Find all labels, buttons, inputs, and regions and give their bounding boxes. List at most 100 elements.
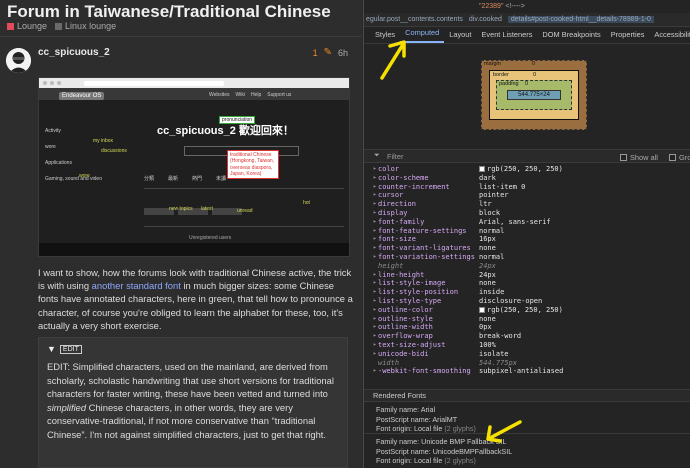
tab-dom-breakpoints[interactable]: DOM Breakpoints <box>537 30 605 43</box>
category-lounge[interactable]: Lounge <box>7 21 47 31</box>
details-summary[interactable]: ▼ EDIT <box>47 344 82 354</box>
property-value-text: 24px <box>479 261 496 270</box>
computed-property-row[interactable]: ▸ direction ltr <box>364 200 690 209</box>
computed-property-row[interactable]: ▸ text-size-adjust 100% <box>364 341 690 350</box>
tab-layout[interactable]: Layout <box>444 30 476 43</box>
expand-triangle-icon[interactable]: ▸ <box>373 315 377 324</box>
tab-event-listeners[interactable]: Event Listeners <box>476 30 537 43</box>
annotation-my-inbox: my inbox <box>93 138 114 144</box>
property-value-text: disclosure-open <box>479 296 543 305</box>
expand-triangle-icon[interactable]: ▸ <box>373 227 377 236</box>
computed-property-row[interactable]: ▸ font-variant-ligatures none <box>364 244 690 253</box>
annotation-hot: hot <box>303 200 310 206</box>
expand-triangle-icon[interactable]: ▸ <box>373 332 377 341</box>
details-text: Chinese characters, in other words, they… <box>47 401 327 440</box>
expand-triangle-icon[interactable]: ▸ <box>373 271 377 280</box>
font-origin: Font origin: Local file <box>376 456 443 465</box>
filter-input[interactable]: Filter <box>387 152 403 161</box>
computed-property-row[interactable]: ▸ list-style-image none <box>364 279 690 288</box>
breadcrumb: egular.post__contents.contents div.cooke… <box>364 13 690 27</box>
expand-triangle-icon[interactable]: ▸ <box>373 367 377 376</box>
embedded-taskbar <box>39 243 349 256</box>
computed-property-row[interactable]: ▸ font-feature-settings normal <box>364 227 690 236</box>
expand-triangle-icon[interactable]: ▸ <box>373 341 377 350</box>
expand-triangle-icon[interactable]: ▸ <box>373 218 377 227</box>
breadcrumb-item[interactable]: div.cooked <box>469 16 502 23</box>
expand-triangle-icon[interactable]: ▸ <box>373 183 377 192</box>
computed-property-row[interactable]: ▸ font-size 16px <box>364 235 690 244</box>
computed-property-row[interactable]: ▸ outline-style none <box>364 315 690 324</box>
show-all-checkbox[interactable]: Show all <box>620 153 658 162</box>
property-value-text: 24px <box>479 270 496 279</box>
expand-triangle-icon[interactable]: ▸ <box>373 279 377 288</box>
computed-property-row[interactable]: ▸ outline-width 0px <box>364 323 690 332</box>
property-value-text: isolate <box>479 349 509 358</box>
expand-triangle-icon[interactable]: ▸ <box>373 297 377 306</box>
expand-triangle-icon[interactable]: ▸ <box>373 174 377 183</box>
property-name: color <box>378 165 400 173</box>
box-model-padding-label: padding <box>499 81 519 87</box>
topic-title[interactable]: Forum in Taiwanese/Traditional Chinese <box>7 2 331 22</box>
computed-property-row[interactable]: ▸ list-style-position inside <box>364 288 690 297</box>
expand-triangle-icon[interactable]: ▸ <box>373 191 377 200</box>
computed-property-row[interactable]: ▸ line-height 24px <box>364 271 690 280</box>
font-link[interactable]: another standard font <box>92 280 181 291</box>
property-value: subpixel-antialiased <box>479 367 563 376</box>
avatar[interactable] <box>6 48 31 73</box>
edit-count[interactable]: 1 <box>313 48 318 58</box>
breadcrumb-item[interactable]: egular.post__contents.contents <box>366 16 463 23</box>
expand-triangle-icon[interactable]: ▸ <box>373 253 377 262</box>
expand-triangle-icon[interactable]: ▸ <box>373 288 377 297</box>
computed-property-row[interactable]: width 544.775px <box>364 359 690 368</box>
expand-triangle-icon[interactable]: ▸ <box>373 209 377 218</box>
computed-property-row[interactable]: ▸ outline-color rgb(250, 250, 250) <box>364 306 690 315</box>
property-value-text: 544.775px <box>479 358 517 367</box>
property-value-text: 100% <box>479 340 496 349</box>
pencil-icon[interactable]: ✎ <box>324 47 332 58</box>
property-value: inside <box>479 288 504 297</box>
group-checkbox[interactable]: Group <box>669 153 690 162</box>
computed-property-row[interactable]: ▸ cursor pointer <box>364 191 690 200</box>
computed-property-row[interactable]: ▸ font-family Arial, sans-serif <box>364 218 690 227</box>
expand-triangle-icon[interactable]: ▸ <box>373 235 377 244</box>
property-name: counter-increment <box>378 182 450 191</box>
expand-triangle-icon[interactable]: ▸ <box>373 200 377 209</box>
property-value-text: none <box>479 244 496 253</box>
computed-property-row[interactable]: ▸ font-variation-settings normal <box>364 253 690 262</box>
expand-triangle-icon[interactable]: ▸ <box>373 244 377 253</box>
computed-property-row[interactable]: ▸ unicode-bidi isolate <box>364 350 690 359</box>
expand-triangle-icon[interactable]: ▸ <box>373 165 377 174</box>
property-name: list-style-position <box>378 288 459 297</box>
color-swatch-icon[interactable] <box>479 166 485 172</box>
breadcrumb-item-current[interactable]: details#post-cooked-html__details-78989-… <box>507 16 654 23</box>
expand-triangle-icon[interactable]: ▸ <box>373 323 377 332</box>
computed-property-row[interactable]: ▸ overflow-wrap break-word <box>364 332 690 341</box>
computed-property-row[interactable]: ▸ color rgb(250, 250, 250) <box>364 165 690 174</box>
computed-property-row[interactable]: ▸ -webkit-font-smoothing subpixel-antialia… <box>364 367 690 376</box>
computed-property-row[interactable]: ▸ list-style-type disclosure-open <box>364 297 690 306</box>
tab-properties[interactable]: Properties <box>606 30 650 43</box>
expand-triangle-icon[interactable]: ▸ <box>373 350 377 359</box>
box-model-border-value: 0 <box>533 72 537 78</box>
category-linux-lounge[interactable]: Linux lounge <box>55 21 116 31</box>
property-name: outline-color <box>378 305 433 314</box>
post-username[interactable]: cc_spicuous_2 <box>38 47 110 58</box>
expand-triangle-icon[interactable]: ▸ <box>373 306 377 315</box>
computed-property-row[interactable]: ▸ display block <box>364 209 690 218</box>
box-model-border[interactable]: border 0 padding 0 544.775×24 <box>489 70 579 120</box>
embedded-screenshot[interactable]: Endeavour OS Websites Wiki Help Support … <box>38 77 350 257</box>
rendered-fonts-header[interactable]: Rendered Fonts <box>364 390 690 402</box>
edit-details: ▼ EDIT EDIT: Simplified characters, used… <box>38 337 348 468</box>
post-time[interactable]: 6h <box>338 48 348 58</box>
computed-property-row[interactable]: ▸ color-scheme dark <box>364 174 690 183</box>
computed-property-row[interactable]: ▸ counter-increment list-item 0 <box>364 183 690 192</box>
box-model-diagram[interactable]: margin 0 border 0 padding 0 544.775×24 <box>481 60 587 130</box>
embedded-menu-item: Support us <box>267 92 292 98</box>
color-swatch-icon[interactable] <box>479 306 485 313</box>
computed-property-row[interactable]: height 24px <box>364 262 690 271</box>
box-model-content[interactable]: 544.775×24 <box>507 90 561 100</box>
box-model-padding[interactable]: padding 0 544.775×24 <box>496 80 572 110</box>
category-color-icon <box>55 22 63 30</box>
property-name: outline-style <box>378 314 433 323</box>
tab-accessibility[interactable]: Accessibility <box>649 30 690 43</box>
